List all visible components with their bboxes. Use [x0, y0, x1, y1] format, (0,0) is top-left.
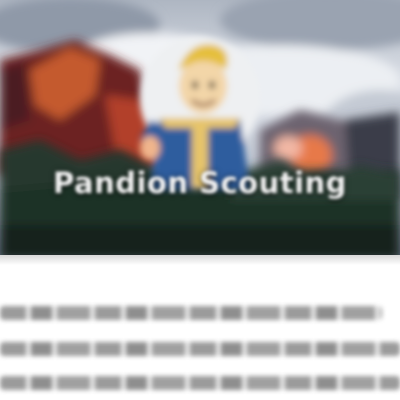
hero-background — [0, 0, 400, 255]
text-line — [0, 306, 382, 320]
hero-banner: Pandion Scouting — [0, 0, 400, 255]
article-body-text — [0, 296, 400, 400]
hero-divider — [0, 255, 400, 265]
hero-title: Pandion Scouting — [53, 166, 347, 200]
text-line — [0, 342, 400, 356]
page: Pandion Scouting — [0, 0, 400, 400]
text-line — [0, 376, 400, 390]
